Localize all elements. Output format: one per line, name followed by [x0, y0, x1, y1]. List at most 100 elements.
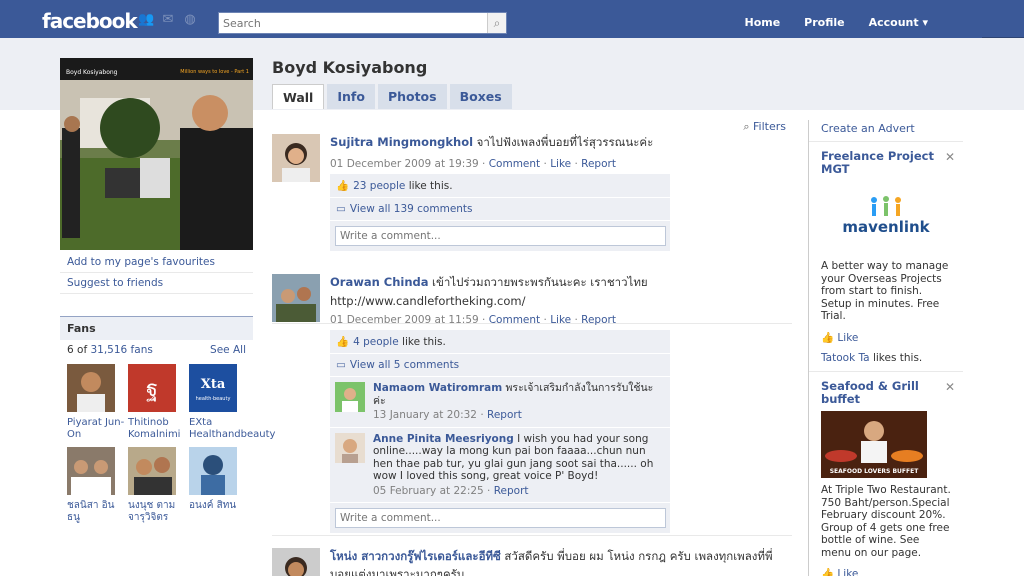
filters-button[interactable]: ⌕ Filters: [743, 120, 786, 134]
top-links: Home Profile Account ▾: [744, 16, 928, 29]
ad-image[interactable]: mavenlink: [821, 176, 951, 254]
fan-name[interactable]: EXta Healthandbeauty: [189, 417, 275, 441]
view-all-comments-link[interactable]: View all 5 comments: [350, 359, 459, 371]
likes-row: 👍 4 people like this.: [330, 330, 670, 354]
close-icon[interactable]: ✕: [945, 150, 955, 164]
create-advert-link[interactable]: Create an Advert: [809, 120, 963, 142]
ad-social-context: Tatook Ta likes this.: [821, 352, 951, 364]
like-link[interactable]: Like: [550, 158, 571, 170]
messages-icon[interactable]: ✉: [160, 13, 176, 27]
fan-name[interactable]: อนงค์ สิทน: [189, 500, 247, 512]
svg-text:ฐ: ฐ: [146, 377, 158, 402]
post-meta: 01 December 2009 at 11:59 · Comment · Li…: [330, 314, 616, 326]
tab-photos[interactable]: Photos: [377, 84, 447, 109]
fan-name[interactable]: Piyarat Jun-On: [67, 417, 125, 441]
fan-avatar[interactable]: [67, 364, 115, 412]
top-bar-inner: facebook 👥 ✉ ◍ ⌕ Home Profile Account ▾: [0, 0, 982, 38]
fan-item[interactable]: Xta health·beauty EXta Healthandbeauty: [189, 364, 275, 441]
fan-item[interactable]: ชลนิสา อินธนู: [67, 447, 128, 524]
commenter-name[interactable]: Anne Pinita Meesriyong: [373, 433, 514, 445]
post-timestamp[interactable]: 01 December 2009 at 19:39: [330, 158, 479, 170]
fan-avatar[interactable]: Xta health·beauty: [189, 364, 237, 412]
notifications-globe-icon[interactable]: ◍: [182, 13, 198, 27]
post-author-avatar[interactable]: [272, 274, 320, 322]
fans-count-link[interactable]: 31,516 fans: [90, 344, 152, 356]
close-icon[interactable]: ✕: [945, 380, 955, 394]
comment-link[interactable]: Comment: [489, 158, 540, 170]
ad-image[interactable]: SEAFOOD LOVERS BUFFET: [821, 411, 927, 478]
tab-info[interactable]: Info: [327, 84, 375, 109]
post-author-avatar[interactable]: [272, 548, 320, 576]
fans-count-prefix: 6 of: [67, 344, 91, 356]
fan-name[interactable]: Thitinob Komalnimi: [128, 417, 186, 441]
liker-suffix: likes this.: [869, 351, 923, 364]
fan-item[interactable]: ฐ Thitinob Komalnimi: [128, 364, 189, 441]
view-all-comments-link[interactable]: View all 139 comments: [350, 203, 473, 215]
feedback-box: 👍 4 people like this. ▭ View all 5 comment…: [330, 330, 670, 533]
write-comment-input[interactable]: [335, 226, 666, 246]
ad-like-label: Like: [837, 331, 859, 344]
add-to-favourites-link[interactable]: Add to my page's favourites: [60, 252, 253, 273]
svg-text:health·beauty: health·beauty: [196, 396, 231, 402]
liker-name[interactable]: Tatook Ta: [821, 352, 870, 364]
comment-report-link[interactable]: Report: [494, 485, 529, 497]
comment-box: [330, 221, 670, 251]
fan-item[interactable]: อนงค์ สิทน: [189, 447, 250, 524]
ad-like-button[interactable]: 👍 Like: [821, 331, 951, 344]
filters-label: Filters: [753, 120, 786, 133]
likes-link[interactable]: 23 people: [353, 180, 405, 192]
search-input[interactable]: [219, 13, 487, 33]
fan-item[interactable]: นงนุช ตามจารุวิจิตร: [128, 447, 189, 524]
search-icon[interactable]: ⌕: [487, 13, 506, 33]
ad-brand: mavenlink: [842, 218, 930, 236]
fan-avatar[interactable]: [189, 447, 237, 495]
fan-item[interactable]: Piyarat Jun-On: [67, 364, 128, 441]
comment-text-block: Anne Pinita Meesriyong I wish you had yo…: [373, 433, 665, 498]
fans-grid: Piyarat Jun-On ฐ Thitinob Komalnimi Xta h…: [60, 360, 275, 528]
page-title: Boyd Kosiyabong: [272, 58, 428, 77]
report-link[interactable]: Report: [581, 314, 616, 326]
ad-like-button[interactable]: 👍 Like: [821, 567, 951, 576]
ad-title[interactable]: Seafood & Grill buffet: [821, 380, 941, 406]
post-author-name[interactable]: Orawan Chinda: [330, 275, 429, 289]
mavenlink-logo-icon: [871, 196, 901, 216]
report-link[interactable]: Report: [581, 158, 616, 170]
post-timestamp[interactable]: 01 December 2009 at 11:59: [330, 314, 479, 326]
post-author-avatar[interactable]: [272, 134, 320, 182]
commenter-name[interactable]: Namaom Watiromram: [373, 382, 502, 394]
home-link[interactable]: Home: [744, 16, 780, 29]
ad-text: At Triple Two Restaurant. 750 Baht/perso…: [821, 484, 951, 559]
post-body: Sujitra Mingmongkhol จาไปฟังเพลงพี่บอยที…: [330, 134, 670, 251]
fan-name[interactable]: นงนุช ตามจารุวิจิตร: [128, 500, 186, 524]
thumbs-up-icon: 👍: [336, 180, 350, 192]
friend-requests-icon[interactable]: 👥: [138, 13, 154, 27]
commenter-avatar[interactable]: [335, 382, 365, 412]
fan-avatar[interactable]: [67, 447, 115, 495]
account-menu[interactable]: Account ▾: [869, 16, 928, 29]
post-body: โหน่ง สาวกวงกรู๊ฟไรเดอร์และอีทีซี สวัสดี…: [330, 548, 790, 576]
comment-report-link[interactable]: Report: [487, 409, 522, 421]
suggest-to-friends-link[interactable]: Suggest to friends: [60, 273, 253, 294]
post-message: เข้าไปร่วมถวายพระพรกันนะคะ เราชาวไทย: [432, 275, 648, 289]
comment-link[interactable]: Comment: [489, 314, 540, 326]
likes-suffix: like this.: [398, 336, 446, 348]
profile-link[interactable]: Profile: [804, 16, 844, 29]
tab-wall[interactable]: Wall: [272, 84, 325, 109]
post-author-name[interactable]: Sujitra Mingmongkhol: [330, 135, 473, 149]
fan-avatar[interactable]: [128, 447, 176, 495]
see-all-fans-link[interactable]: See All: [210, 344, 246, 356]
facebook-logo[interactable]: facebook: [42, 9, 138, 33]
post-meta: 01 December 2009 at 19:39 · Comment · Li…: [330, 158, 616, 170]
wall-post: Orawan Chinda เข้าไปร่วมถวายพระพรกันนะคะ…: [272, 274, 792, 536]
post-url-link[interactable]: http://www.candlefortheking.com/: [330, 294, 670, 308]
write-comment-input[interactable]: [335, 508, 666, 528]
like-link[interactable]: Like: [550, 314, 571, 326]
fan-avatar[interactable]: ฐ: [128, 364, 176, 412]
tab-boxes[interactable]: Boxes: [449, 84, 512, 109]
ad-title[interactable]: Freelance Project MGT: [821, 150, 941, 176]
profile-picture[interactable]: Boyd Kosiyabong Million ways to love - P…: [60, 58, 253, 250]
fan-name[interactable]: ชลนิสา อินธนู: [67, 500, 125, 524]
commenter-avatar[interactable]: [335, 432, 365, 463]
likes-link[interactable]: 4 people: [353, 336, 399, 348]
post-author-name[interactable]: โหน่ง สาวกวงกรู๊ฟไรเดอร์และอีทีซี: [330, 549, 501, 563]
